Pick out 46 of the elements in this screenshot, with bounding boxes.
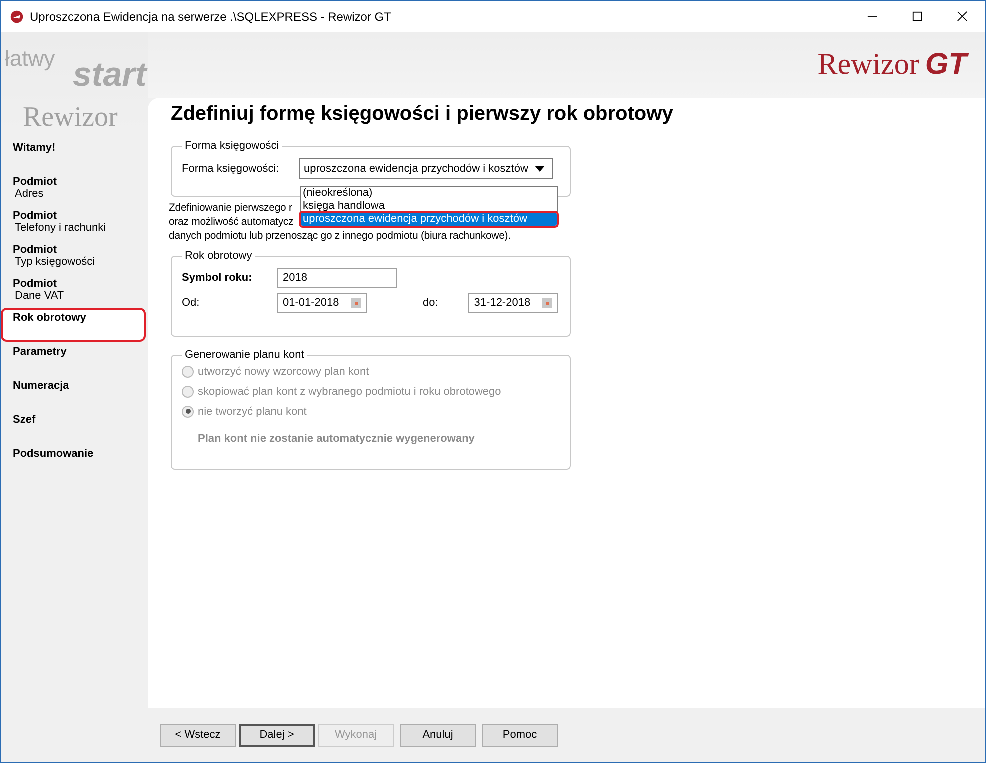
sidebar-item[interactable]: Podsumowanie xyxy=(1,444,146,478)
logo-mark: GT xyxy=(925,48,967,82)
date-field[interactable]: 01-01-2018 xyxy=(277,293,367,313)
sidebar-item[interactable]: Podmiot Typ księgowości xyxy=(1,240,146,274)
radio-label: nie tworzyć planu kont xyxy=(198,406,307,418)
watermark-text: Rewizor xyxy=(23,102,118,134)
sidebar-item[interactable]: Numeracja xyxy=(1,376,146,410)
field-label: Od: xyxy=(182,297,201,309)
group-title: Rok obrotowy xyxy=(184,250,254,262)
radio-label: skopiować plan kont z wybranego podmiotu i roku obrotowego xyxy=(198,386,502,398)
page-title: Zdefiniuj formę księgowości i pierwszy rok obrotowy xyxy=(171,103,674,126)
sidebar-item[interactable]: Szef xyxy=(1,410,146,444)
sidebar-item[interactable]: Podmiot Telefony i rachunki xyxy=(1,206,146,240)
date-field[interactable]: 31-12-2018 xyxy=(468,293,558,313)
field-label: do: xyxy=(423,297,438,309)
sidebar-item[interactable]: Parametry xyxy=(1,342,146,376)
calendar-icon xyxy=(542,298,552,308)
window-title: Uproszczona Ewidencja na serwerze .\SQLEXPRESS - Rewizor GT xyxy=(30,10,392,24)
group-title: Forma księgowości xyxy=(184,140,280,152)
watermark-text: łatwy xyxy=(5,46,56,72)
wizard-button[interactable]: Dalej > xyxy=(239,724,315,746)
input-field[interactable]: 2018 xyxy=(277,268,397,288)
sidebar-item[interactable]: Witamy! xyxy=(1,138,146,172)
wizard-button[interactable]: Pomoc xyxy=(482,724,558,746)
dropdown-option[interactable]: (nieokreślona) xyxy=(301,187,557,200)
field-label: Symbol roku: xyxy=(182,272,254,284)
app-icon xyxy=(10,10,24,24)
wizard-button[interactable]: Anuluj xyxy=(400,724,476,746)
info-text: Plan kont nie zostanie automatycznie wygenerowany xyxy=(198,433,476,445)
wizard-button[interactable]: < Wstecz xyxy=(160,724,236,746)
dropdown-option[interactable]: księga handlowa xyxy=(301,200,557,213)
sidebar-item[interactable]: Rok obrotowy xyxy=(1,308,146,342)
dropdown-arrow-icon xyxy=(535,166,545,172)
sidebar-item[interactable]: Podmiot Adres xyxy=(1,172,146,206)
sidebar-item[interactable]: Podmiot Dane VAT xyxy=(1,274,146,308)
dropdown-option[interactable]: uproszczona ewidencja przychodów i kosztów xyxy=(301,213,557,226)
logo-text: Rewizor xyxy=(818,48,920,82)
calendar-icon xyxy=(351,298,361,308)
radio-label: utworzyć nowy wzorcowy plan kont xyxy=(198,366,370,378)
group-title: Generowanie planu kont xyxy=(184,349,306,361)
description-text: oraz możliwość automatycz xyxy=(169,215,294,229)
watermark-text: start xyxy=(73,56,147,95)
description-text: Zdefiniowanie pierwszego r xyxy=(169,201,292,215)
form-dropdown[interactable]: uproszczona ewidencja przychodów i kosztów xyxy=(299,158,553,179)
field-label: Forma księgowości: xyxy=(182,162,280,174)
description-text: danych podmiotu lub przenosząc go z innego podmiotu (biura rachunkowe). xyxy=(169,229,511,243)
